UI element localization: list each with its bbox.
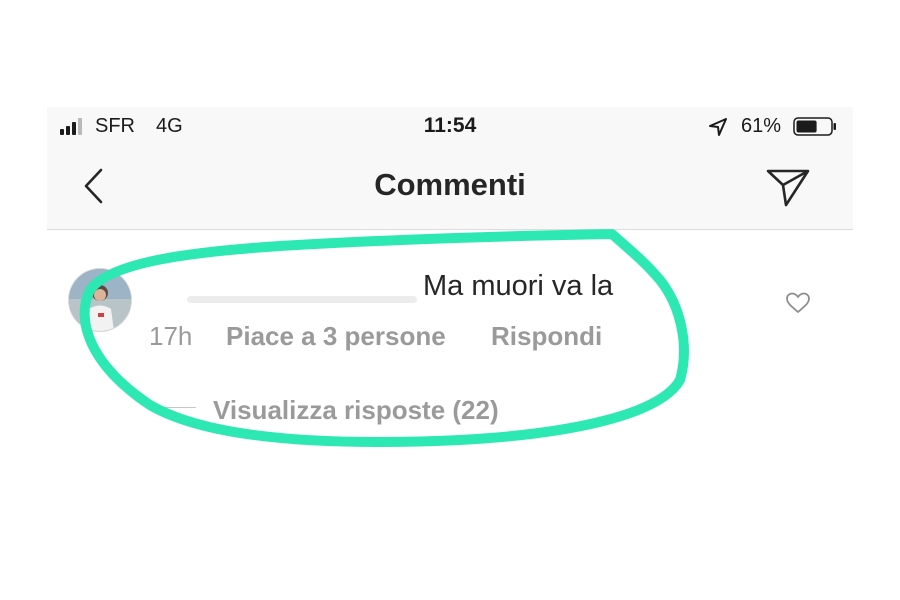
battery-percent: 61% [741,115,782,137]
likes-link[interactable]: Piace a 3 persone [226,321,446,352]
heart-icon[interactable] [785,291,811,315]
comments-screen: SFR 4G 11:54 61% Commenti Ma muori va la… [47,107,853,447]
paper-plane-icon[interactable] [765,165,811,209]
navigation-bar: Commenti [47,147,853,230]
comment-time: 17h [149,321,193,351]
avatar[interactable] [69,269,131,331]
view-replies-button[interactable]: Visualizza risposte (22) [213,395,499,426]
page-title: Commenti [374,167,526,202]
comment-text: Ma muori va la [423,270,614,302]
top-bar: SFR 4G 11:54 61% Commenti [47,107,853,230]
profile-photo [69,269,131,331]
replies-divider [150,407,196,408]
username-redacted [187,296,417,303]
reply-button[interactable]: Rispondi [491,321,602,352]
location-arrow-icon [709,118,727,136]
battery-icon [793,117,836,136]
status-bar: SFR 4G 11:54 61% [47,107,853,147]
status-time: 11:54 [423,114,477,137]
